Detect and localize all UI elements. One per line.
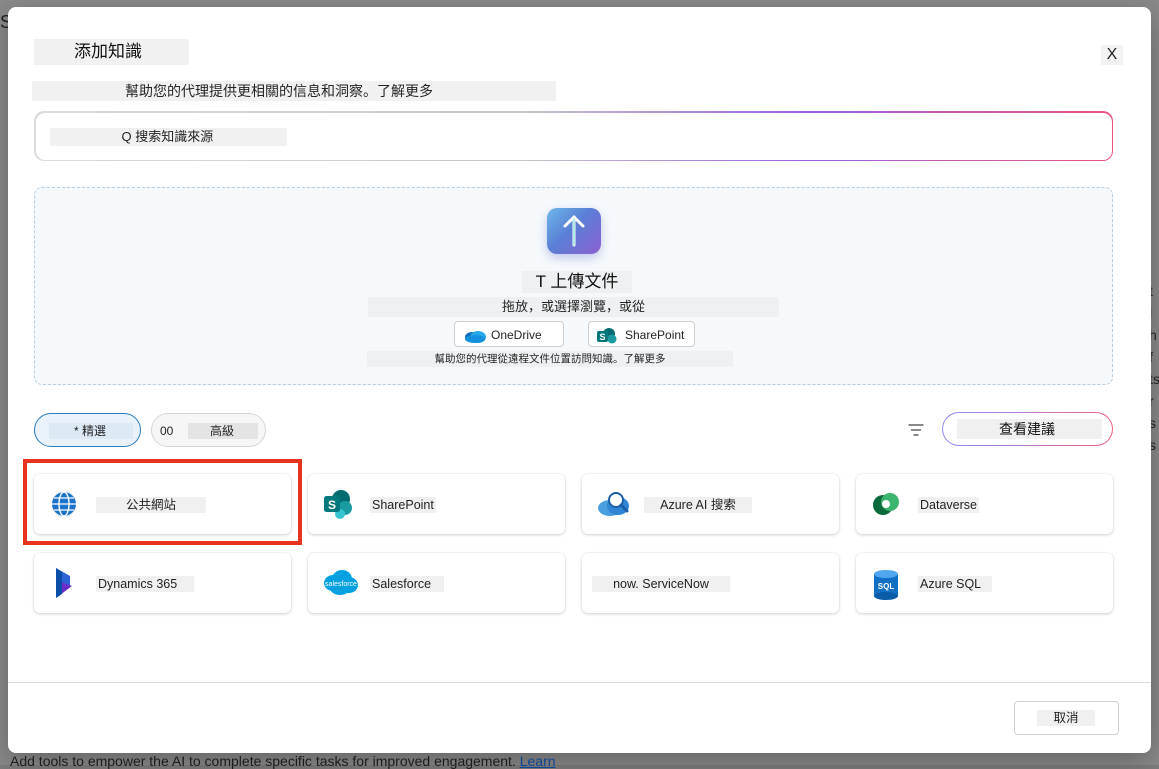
onedrive-icon: [463, 327, 487, 353]
source-card-salesforce[interactable]: salesforce Salesforce: [308, 553, 565, 613]
upload-arrow-icon: [547, 208, 601, 254]
sort-filter-icon[interactable]: [908, 423, 924, 437]
source-card-servicenow[interactable]: now. ServiceNow: [582, 553, 839, 613]
close-button[interactable]: X: [1101, 45, 1123, 65]
filter-advanced[interactable]: 00 高級: [151, 413, 266, 447]
sharepoint-icon: S: [322, 489, 354, 519]
filter-featured[interactable]: * 精選: [34, 413, 141, 447]
search-input[interactable]: [49, 127, 287, 146]
background-tools-description: Add tools to empower the AI to complete …: [10, 753, 556, 769]
source-card-public-websites[interactable]: 公共網站: [34, 474, 291, 534]
source-card-azure-sql[interactable]: SQL Azure SQL: [856, 553, 1113, 613]
dialog-subtitle: 幫助您的代理提供更相關的信息和洞察。了解更多: [32, 81, 556, 101]
dynamics365-icon: [48, 568, 80, 598]
svg-text:SQL: SQL: [878, 582, 895, 591]
footer-divider: [8, 682, 1151, 683]
upload-drop-zone[interactable]: T 上傳文件 拖放，或選擇瀏覽，或從 OneDrive S SharePoint…: [34, 187, 1113, 385]
dialog-title: 添加知識: [34, 39, 189, 65]
source-card-dataverse[interactable]: Dataverse: [856, 474, 1113, 534]
svg-text:S: S: [328, 498, 336, 512]
svg-text:S: S: [599, 332, 605, 342]
sharepoint-icon: S: [597, 327, 617, 353]
globe-icon: [48, 489, 80, 519]
source-card-dynamics-365[interactable]: Dynamics 365: [34, 553, 291, 613]
upload-help-text: 幫助您的代理從遠程文件位置訪問知識。了解更多: [367, 351, 733, 367]
background-learn-link[interactable]: Learn: [520, 753, 556, 769]
view-suggestions-button[interactable]: 查看建議: [942, 412, 1113, 446]
dataverse-icon: [870, 489, 902, 519]
sharepoint-source-button[interactable]: S SharePoint: [588, 321, 695, 347]
search-box: [34, 111, 1113, 161]
add-knowledge-dialog: 添加知識 X 幫助您的代理提供更相關的信息和洞察。了解更多 T 上傳文件 拖放，…: [8, 7, 1151, 753]
azure-sql-icon: SQL: [870, 568, 902, 600]
azure-ai-search-icon: [596, 489, 629, 519]
source-card-azure-ai-search[interactable]: Azure AI 搜索: [582, 474, 839, 534]
svg-text:salesforce: salesforce: [325, 581, 357, 588]
salesforce-icon: salesforce: [322, 568, 358, 598]
cancel-button[interactable]: 取消: [1014, 701, 1119, 735]
upload-title: T 上傳文件: [522, 271, 632, 293]
upload-description: 拖放，或選擇瀏覽，或從: [368, 297, 779, 317]
onedrive-button[interactable]: OneDrive: [454, 321, 564, 347]
source-card-sharepoint[interactable]: S SharePoint: [308, 474, 565, 534]
